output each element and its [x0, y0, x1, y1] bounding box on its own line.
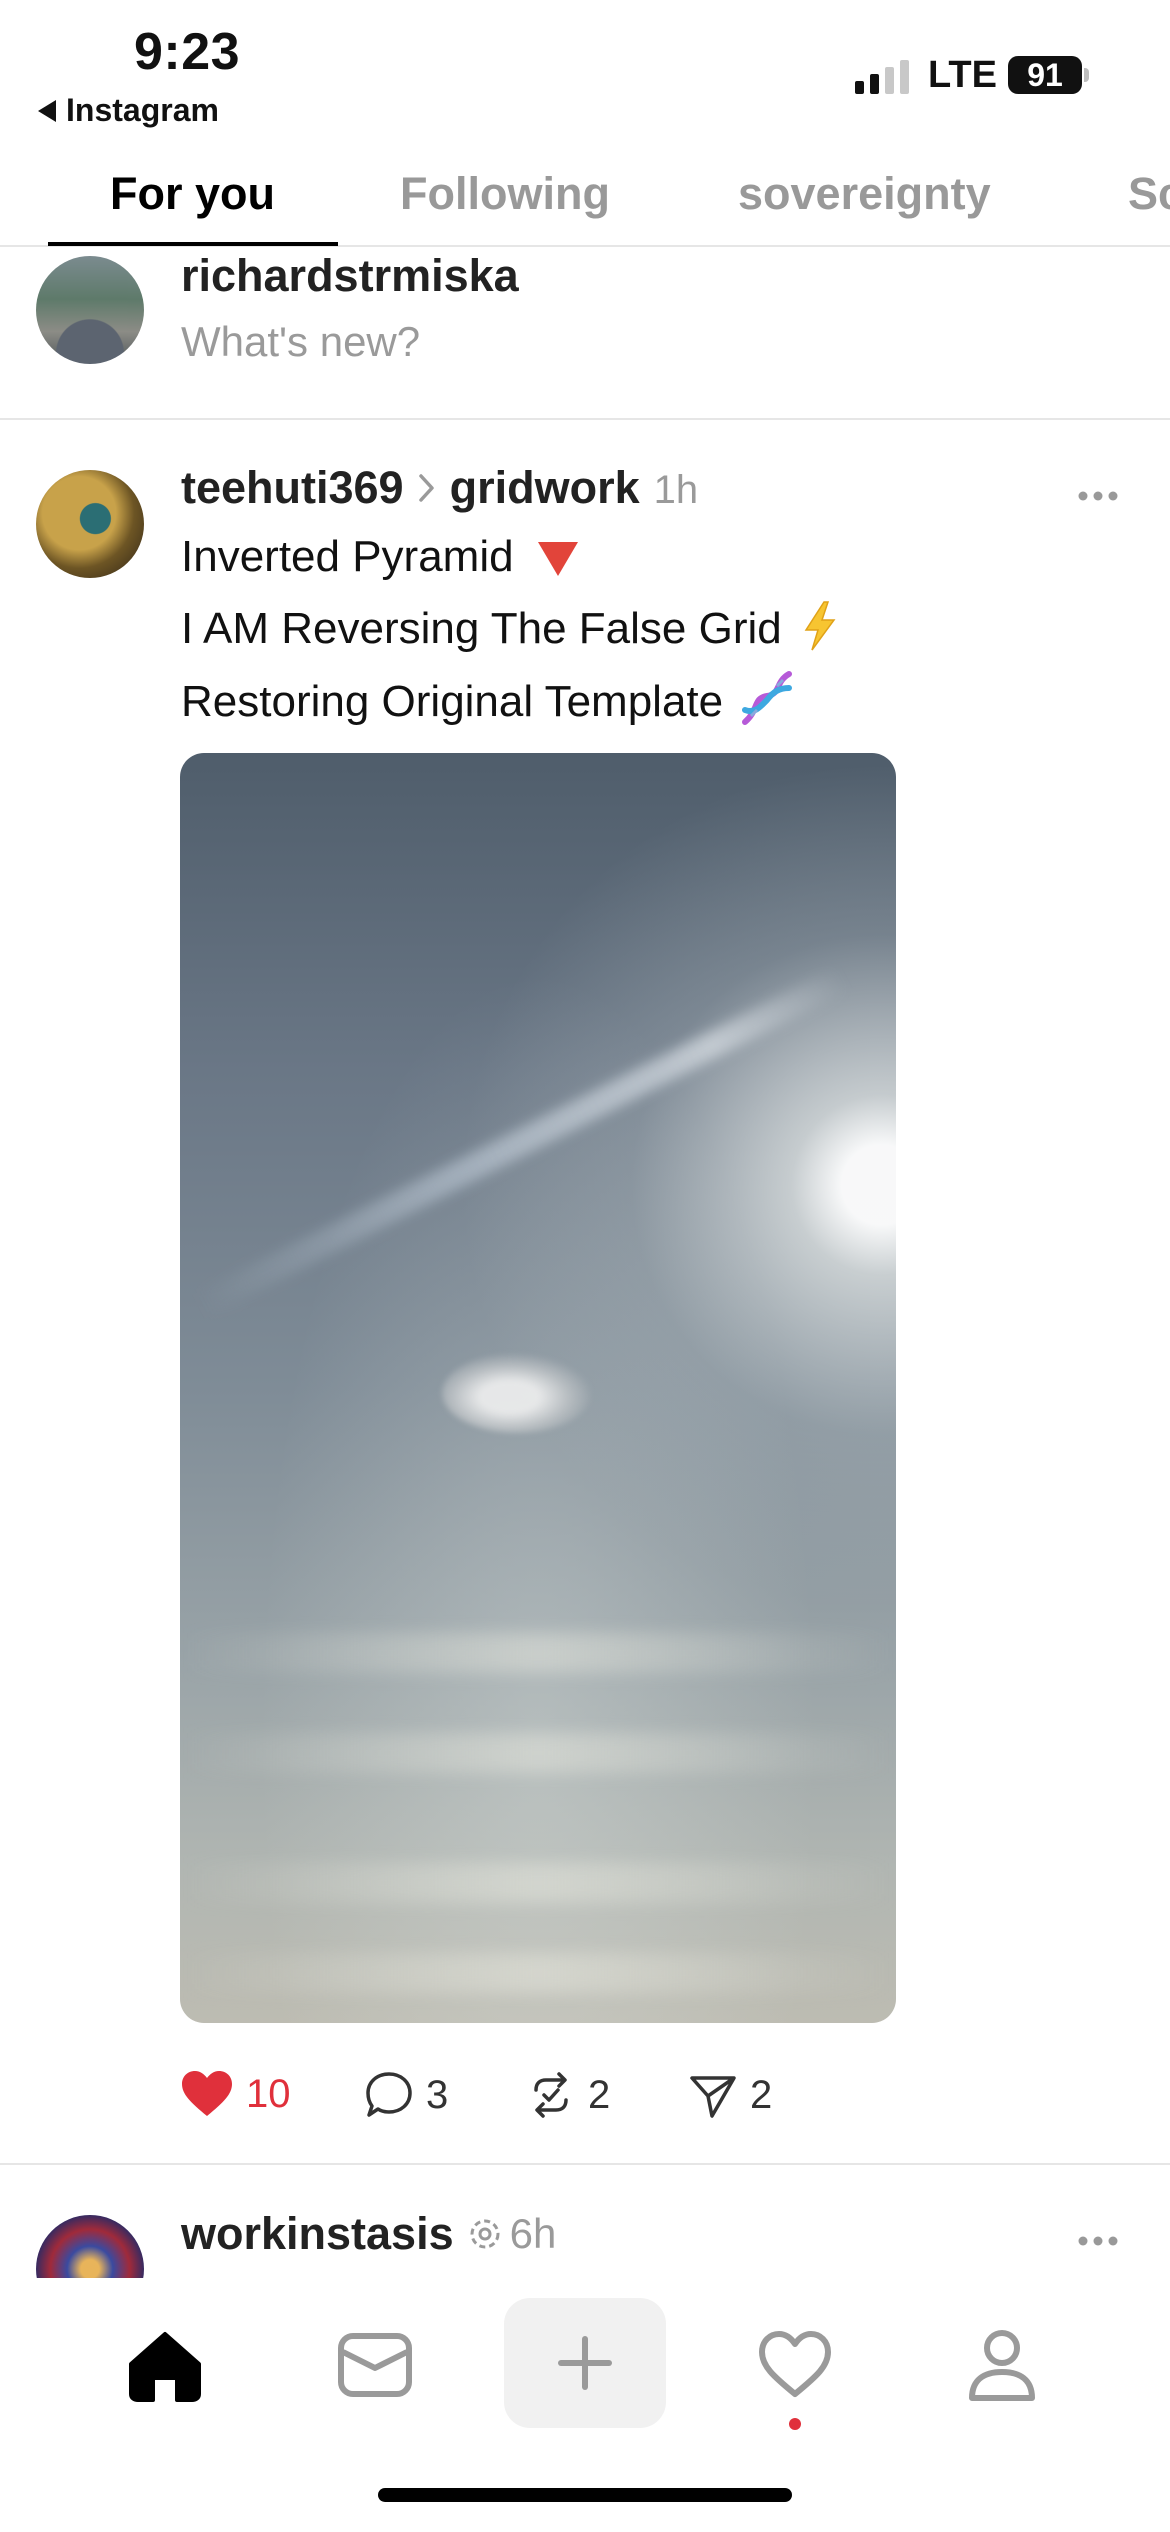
plus-icon [558, 2336, 612, 2390]
post-line-text: Inverted Pyramid [181, 532, 514, 581]
repost-count: 2 [588, 2072, 611, 2117]
post-username[interactable]: teehuti369 [181, 462, 404, 514]
notification-dot [789, 2418, 801, 2430]
haze [180, 1633, 896, 1673]
post-header: teehuti369 gridwork 1h [181, 462, 698, 514]
back-to-app-button[interactable]: Instagram [38, 92, 219, 129]
comment-button[interactable]: 3 [364, 2070, 448, 2120]
more-icon [1078, 491, 1118, 501]
tab-for-you[interactable]: For you [110, 168, 275, 220]
lightning-emoji [800, 600, 840, 663]
tab-partial[interactable]: Sc [1128, 168, 1170, 220]
haze [180, 1863, 896, 1903]
haze [180, 1953, 896, 1993]
post-text-line-2: I AM Reversing The False Grid [181, 600, 840, 663]
post-avatar[interactable] [36, 470, 144, 578]
status-time: 9:23 [134, 23, 241, 81]
back-arrow-icon [38, 99, 56, 122]
next-post-more-button[interactable] [1078, 2207, 1118, 2257]
back-app-label: Instagram [66, 92, 219, 128]
post-more-button[interactable] [1078, 462, 1118, 512]
tab-following[interactable]: Following [400, 168, 610, 220]
send-icon [690, 2076, 736, 2118]
composer-avatar[interactable] [36, 256, 144, 364]
more-icon [1078, 2236, 1118, 2246]
red-triangle-down-emoji [537, 542, 578, 577]
post-line-text: Restoring Original Template [181, 677, 724, 727]
tab-sovereignty[interactable]: sovereignty [738, 168, 991, 220]
feed-tabs: For you Following sovereignty Sc [0, 160, 1170, 246]
post-line-text: I AM Reversing The False Grid [181, 604, 782, 654]
active-tab-indicator [48, 242, 338, 246]
post-text-line-1: Inverted Pyramid [181, 532, 578, 582]
cellular-signal-icon [855, 58, 909, 94]
repost-icon [534, 2072, 568, 2118]
post-community[interactable]: gridwork [450, 462, 640, 514]
heart-filled-icon [182, 2071, 232, 2116]
battery-level: 91 [1027, 56, 1063, 93]
home-indicator [378, 2488, 792, 2502]
battery-icon: 91 [1008, 56, 1082, 94]
post-image[interactable] [180, 753, 896, 2023]
comment-icon [366, 2072, 412, 2117]
chevron-right-icon [418, 470, 436, 512]
battery-tip [1084, 68, 1089, 82]
repost-indicator-icon [468, 2217, 502, 2251]
next-post-username[interactable]: workinstasis [181, 2208, 454, 2260]
next-post-time: 6h [509, 2210, 557, 2257]
next-post-header: workinstasis 6h [181, 2208, 556, 2260]
divider [0, 418, 1170, 420]
home-icon[interactable] [125, 2330, 205, 2407]
profile-icon[interactable] [966, 2328, 1038, 2407]
light-beam [194, 967, 848, 1318]
inbox-icon[interactable] [337, 2332, 413, 2405]
activity-icon[interactable] [757, 2330, 833, 2405]
divider [0, 2163, 1170, 2165]
share-button[interactable]: 2 [688, 2070, 772, 2120]
composer-prompt[interactable]: What's new? [181, 318, 420, 366]
cloud [442, 1353, 592, 1433]
post-time: 1h [653, 468, 699, 512]
repost-button[interactable]: 2 [526, 2070, 610, 2120]
post-text-line-3: Restoring Original Template [181, 670, 795, 739]
like-button[interactable]: 10 [180, 2070, 291, 2118]
dna-emoji [739, 670, 795, 739]
comment-count: 3 [426, 2072, 449, 2117]
like-count: 10 [246, 2071, 291, 2116]
create-button[interactable] [504, 2298, 666, 2428]
network-type: LTE [928, 54, 997, 96]
composer-username: richardstrmiska [181, 250, 519, 301]
haze [180, 1733, 896, 1773]
share-count: 2 [750, 2072, 773, 2117]
